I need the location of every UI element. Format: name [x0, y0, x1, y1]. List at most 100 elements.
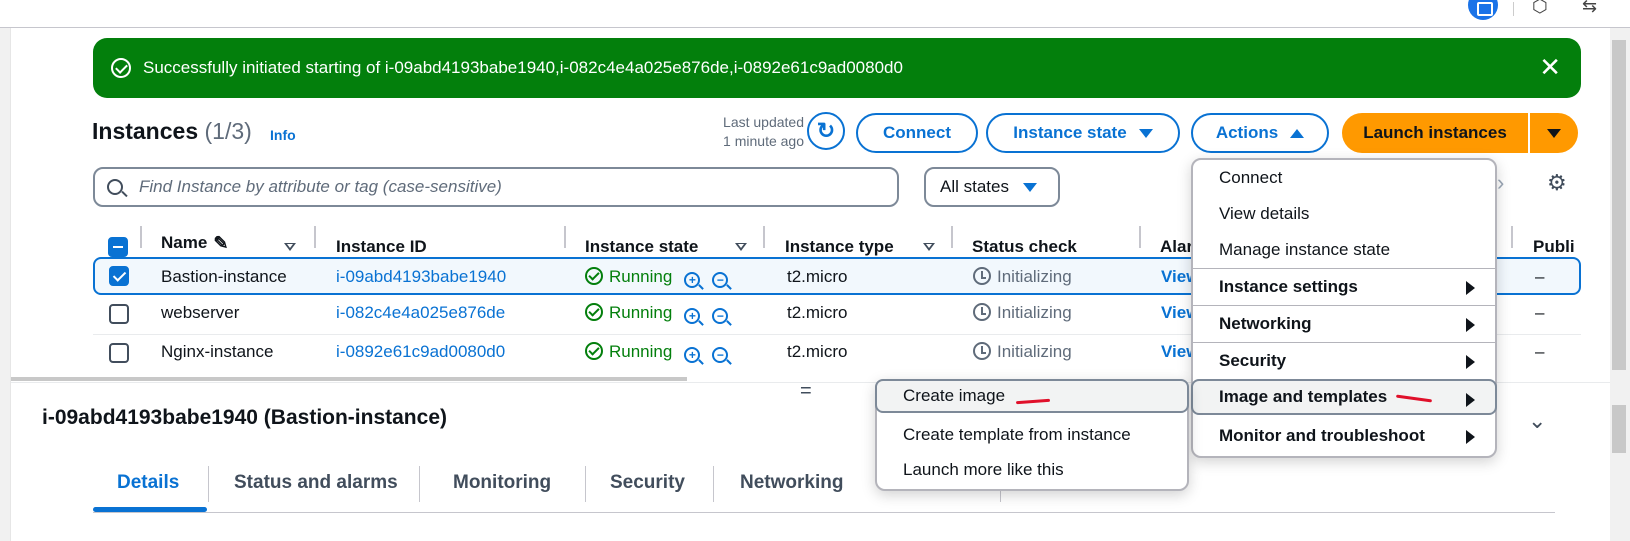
status-label: Initializing [997, 303, 1072, 322]
menu-label: Networking [1219, 314, 1312, 333]
column-divider[interactable] [1139, 226, 1141, 248]
clock-icon [973, 342, 991, 360]
success-flash-banner: Successfully initiated starting of i-09a… [93, 38, 1581, 98]
caret-down-icon [1547, 128, 1561, 138]
chevron-right-icon [1466, 430, 1475, 444]
caret-down-icon [1022, 182, 1037, 192]
public-ip: – [1535, 267, 1545, 286]
sort-icon [284, 243, 296, 251]
status-initializing: Initializing [973, 303, 1072, 323]
menu-item-security[interactable]: Security [1193, 343, 1495, 379]
row-checkbox[interactable] [109, 343, 129, 363]
column-divider[interactable] [140, 226, 142, 248]
info-link[interactable]: Info [270, 127, 296, 143]
detail-scrollbar-thumb[interactable] [1612, 405, 1626, 453]
tab-divider [713, 466, 714, 502]
tab-details[interactable]: Details [117, 472, 179, 494]
last-updated-label: Last updated [723, 114, 804, 130]
col-status-label: Status check [972, 237, 1077, 256]
instance-id-link[interactable]: i-082c4e4a025e876de [336, 303, 505, 323]
menu-label: Connect [1219, 168, 1283, 187]
zoom-in-icon[interactable]: + [684, 272, 701, 288]
tab-monitoring[interactable]: Monitoring [453, 472, 551, 494]
actions-button[interactable]: Actions [1191, 113, 1329, 153]
menu-item-image-and-templates[interactable]: Image and templates [1191, 379, 1497, 415]
instance-name: webserver [161, 303, 240, 322]
menu-item-view-details[interactable]: View details [1193, 196, 1495, 232]
column-divider[interactable] [314, 226, 316, 248]
zoom-in-icon[interactable]: + [684, 347, 701, 363]
image-templates-submenu: Create image Create template from instan… [875, 379, 1189, 491]
left-scrollbar[interactable] [0, 28, 11, 541]
menu-item-create-image[interactable]: Create image [875, 379, 1189, 413]
menu-item-networking[interactable]: Networking [1193, 306, 1495, 342]
zoom-out-icon[interactable]: − [712, 272, 729, 288]
tab-networking[interactable]: Networking [740, 472, 843, 494]
menu-item-monitor-and-troubleshoot[interactable]: Monitor and troubleshoot [1193, 418, 1495, 454]
zoom-out-icon[interactable]: − [712, 347, 729, 363]
tab-status-and-alarms[interactable]: Status and alarms [234, 472, 398, 494]
states-filter-select[interactable]: All states [924, 167, 1060, 207]
next-page-icon[interactable]: › [1497, 170, 1504, 196]
instance-type: t2.micro [787, 303, 848, 322]
instance-id-link[interactable]: i-09abd4193babe1940 [336, 267, 506, 287]
detail-tabs: Details Status and alarms Monitoring Sec… [93, 458, 1553, 512]
column-divider[interactable] [951, 226, 953, 248]
column-divider[interactable] [763, 226, 765, 248]
column-divider[interactable] [564, 226, 566, 248]
menu-item-launch-more-like-this[interactable]: Launch more like this [877, 453, 1187, 487]
state-label: Running [609, 267, 673, 286]
menu-label: Launch more like this [903, 460, 1064, 479]
running-check-icon [585, 342, 603, 360]
scrollbar-thumb[interactable] [1612, 40, 1626, 370]
instance-id-link[interactable]: i-0892e61c9ad0080d0 [336, 342, 505, 362]
menu-item-create-template[interactable]: Create template from instance [877, 418, 1187, 452]
tab-security[interactable]: Security [610, 472, 685, 494]
detail-title: i-09abd4193babe1940 (Bastion-instance) [42, 406, 447, 429]
table-horizontal-scrollbar[interactable] [11, 377, 687, 381]
instance-state-button[interactable]: Instance state [986, 113, 1180, 153]
tab-divider [419, 466, 420, 502]
state-label: Running [609, 303, 673, 322]
search-input[interactable]: Find Instance by attribute or tag (case-… [93, 167, 899, 207]
last-updated: Last updated 1 minute ago [694, 113, 804, 151]
launch-instances-button[interactable]: Launch instances [1342, 113, 1528, 153]
chevron-down-icon[interactable]: ⌄ [1528, 408, 1546, 434]
checkbox-unchecked[interactable] [109, 343, 129, 363]
chevron-right-icon [1466, 318, 1475, 332]
launch-dropdown-button[interactable] [1530, 113, 1578, 153]
col-state-label: Instance state [585, 237, 699, 256]
col-id-label: Instance ID [336, 237, 427, 256]
close-icon[interactable]: ✕ [1539, 52, 1561, 82]
edit-pencil-icon: ✎ [213, 232, 229, 253]
shield-icon[interactable]: ⬡ [1532, 0, 1548, 17]
split-handle[interactable]: = [800, 380, 812, 403]
share-icon[interactable]: ⇆ [1582, 0, 1597, 17]
search-placeholder: Find Instance by attribute or tag (case-… [139, 177, 502, 196]
gear-icon[interactable]: ⚙ [1547, 170, 1567, 196]
col-public-label: Publi [1533, 237, 1575, 256]
clock-icon [973, 267, 991, 285]
checkbox-unchecked[interactable] [109, 304, 129, 324]
menu-item-instance-settings[interactable]: Instance settings [1193, 269, 1495, 305]
menu-item-manage-instance-state[interactable]: Manage instance state [1193, 232, 1495, 268]
public-ip: – [1535, 303, 1545, 322]
browser-toolbar [0, 0, 1630, 28]
sort-icon [735, 243, 747, 251]
connect-button[interactable]: Connect [856, 113, 978, 153]
status-label: Initializing [997, 267, 1072, 286]
zoom-in-icon[interactable]: + [684, 308, 701, 324]
column-divider[interactable] [1511, 226, 1513, 248]
menu-item-connect[interactable]: Connect [1193, 160, 1495, 196]
sort-icon [923, 243, 935, 251]
checkbox-indeterminate[interactable] [108, 237, 128, 257]
row-checkbox[interactable] [109, 304, 129, 324]
row-checkbox[interactable] [109, 266, 129, 286]
tab-divider [585, 466, 586, 502]
checkbox-checked[interactable] [109, 266, 129, 286]
refresh-button[interactable]: ↻ [807, 112, 845, 150]
zoom-out-icon[interactable]: − [712, 308, 729, 324]
chevron-right-icon [1466, 355, 1475, 369]
col-type-label: Instance type [785, 237, 894, 256]
state-label: Running [609, 342, 673, 361]
